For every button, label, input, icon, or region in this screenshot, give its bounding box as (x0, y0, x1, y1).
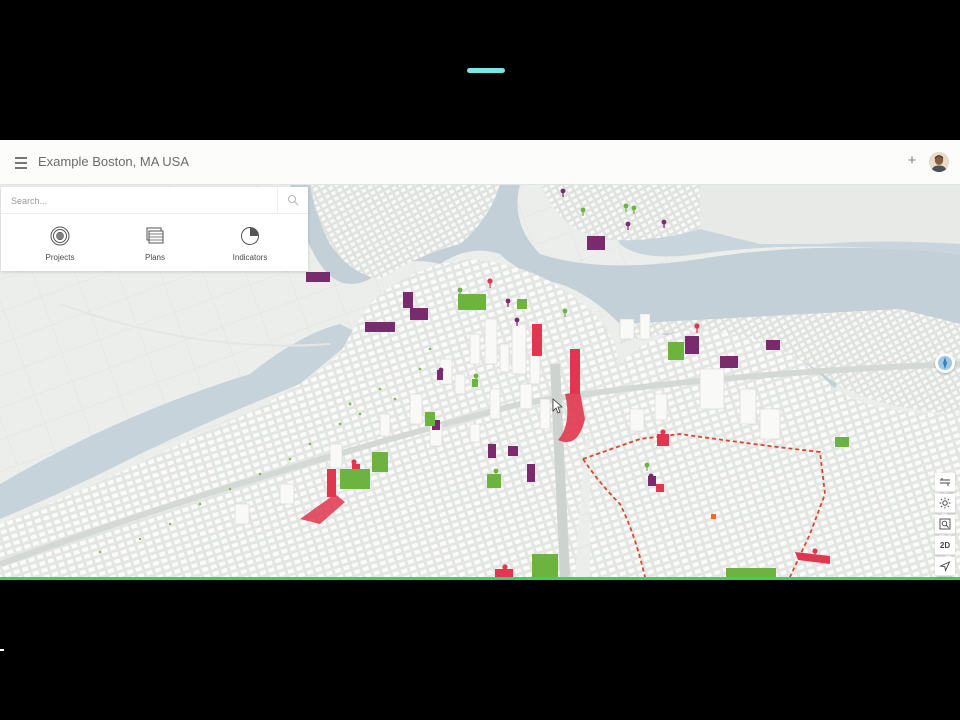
zoom-to-button[interactable] (935, 515, 955, 534)
search-icon[interactable] (287, 194, 299, 206)
locate-icon (939, 561, 951, 572)
nav-projects-label: Projects (45, 253, 75, 262)
nav-plans[interactable]: Plans (120, 225, 190, 267)
bottom-mark (0, 649, 4, 651)
user-avatar[interactable] (929, 152, 949, 172)
daylight-icon (939, 497, 951, 509)
navigation-panel: Projects Plans Indicators (1, 187, 308, 271)
app-title: Example Boston, MA USA (38, 154, 190, 169)
map-toolbar: 2D (935, 473, 955, 578)
layers-button[interactable] (935, 473, 955, 492)
nav-plans-label: Plans (144, 253, 165, 262)
search-input[interactable] (5, 190, 281, 212)
layers-icon (940, 478, 950, 486)
compass-button[interactable] (935, 353, 955, 373)
add-icon[interactable]: + (904, 152, 920, 170)
airport-area (700, 184, 960, 244)
zoom-to-icon (939, 518, 951, 530)
locate-button[interactable] (935, 557, 955, 576)
app-header: Example Boston, MA USA + (0, 140, 960, 185)
screen: Example Boston, MA USA + Search... Proje… (0, 0, 960, 720)
accent-line (0, 577, 960, 580)
indicators-icon (241, 227, 259, 245)
nav-indicators-label: Indicators (232, 253, 268, 262)
hamburger-menu-icon[interactable] (13, 154, 31, 170)
app-window: Example Boston, MA USA + Search... Proje… (0, 140, 960, 580)
projects-icon (50, 226, 70, 246)
nav-projects[interactable]: Projects (25, 225, 95, 267)
nav-indicators[interactable]: Indicators (215, 225, 285, 267)
search-bar (1, 187, 308, 214)
daylight-button[interactable] (935, 494, 955, 513)
view-mode-toggle[interactable]: 2D (935, 536, 955, 555)
window-indicator (467, 68, 505, 73)
plans-icon (146, 227, 164, 244)
compass-icon (938, 356, 952, 370)
